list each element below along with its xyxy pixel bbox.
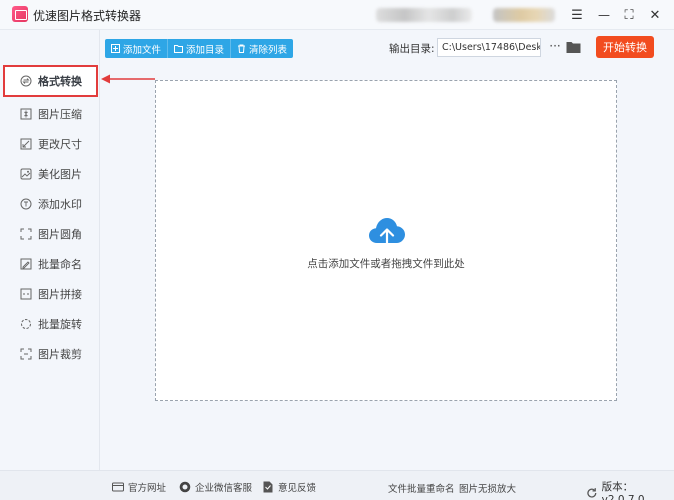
add-file-button[interactable]: 添加文件 bbox=[105, 39, 167, 58]
wechat-icon bbox=[179, 481, 191, 493]
refresh-icon[interactable] bbox=[586, 487, 598, 499]
clear-list-button[interactable]: 清除列表 bbox=[230, 39, 293, 58]
feedback-label: 意见反馈 bbox=[278, 483, 317, 494]
sidebar-item-rename[interactable]: 批量命名 bbox=[0, 249, 100, 279]
website-label: 官方网址 bbox=[128, 483, 167, 494]
sidebar-item-rotate[interactable]: 批量旋转 bbox=[0, 309, 100, 339]
compress-icon bbox=[20, 108, 32, 120]
sidebar-item-label: 更改尺寸 bbox=[38, 138, 82, 151]
blurred-user-info bbox=[376, 8, 472, 22]
sidebar-item-rounded-corner[interactable]: 图片圆角 bbox=[0, 219, 100, 249]
red-pointer-arrow-icon bbox=[101, 74, 155, 84]
format-convert-icon bbox=[20, 75, 32, 87]
version-info: 版本：v2.0.7.0 bbox=[586, 479, 674, 500]
minimize-button[interactable]: — bbox=[594, 5, 614, 25]
close-button[interactable]: ✕ bbox=[645, 5, 665, 25]
title-bar: 优速图片格式转换器 ☰ — ⛶ ✕ bbox=[0, 0, 674, 30]
sidebar-item-format-convert[interactable]: 格式转换 bbox=[3, 65, 98, 97]
sidebar-item-label: 批量旋转 bbox=[38, 318, 82, 331]
sidebar-item-crop[interactable]: 图片裁剪 bbox=[0, 339, 100, 369]
trash-icon bbox=[238, 44, 246, 53]
website-icon bbox=[112, 482, 124, 492]
feedback-link[interactable]: 意见反馈 bbox=[262, 480, 316, 494]
sidebar-item-resize[interactable]: 更改尺寸 bbox=[0, 129, 100, 159]
wechat-label: 企业微信客服 bbox=[195, 483, 253, 494]
website-link[interactable]: 官方网址 bbox=[112, 480, 166, 494]
crop-icon bbox=[20, 348, 32, 360]
rename-icon bbox=[20, 258, 32, 270]
file-toolbar: 添加文件 添加目录 清除列表 bbox=[105, 39, 294, 58]
feedback-icon bbox=[263, 481, 273, 493]
file-drop-zone[interactable]: 点击添加文件或者拖拽文件到此处 bbox=[155, 80, 617, 401]
sidebar-item-label: 格式转换 bbox=[38, 75, 82, 88]
batch-rename-link[interactable]: 文件批量重命名 bbox=[388, 481, 455, 495]
maximize-button[interactable]: ⛶ bbox=[619, 5, 639, 25]
rotate-icon bbox=[20, 318, 32, 330]
add-file-icon bbox=[111, 44, 120, 53]
folder-icon bbox=[174, 45, 184, 53]
blurred-account-badge bbox=[493, 8, 555, 22]
add-folder-button[interactable]: 添加目录 bbox=[167, 39, 230, 58]
stitch-icon bbox=[20, 288, 32, 300]
more-options-button[interactable]: ··· bbox=[547, 38, 563, 57]
app-logo bbox=[12, 6, 28, 22]
footer-bar: 官方网址 企业微信客服 意见反馈 文件批量重命名 图片无损放大 版本：v2.0.… bbox=[0, 470, 674, 500]
menu-button[interactable]: ☰ bbox=[567, 5, 587, 25]
clear-list-label: 清除列表 bbox=[249, 44, 288, 56]
sidebar-item-compress[interactable]: 图片压缩 bbox=[0, 99, 100, 129]
lossless-upscale-link[interactable]: 图片无损放大 bbox=[459, 481, 516, 495]
sidebar-item-stitch[interactable]: 图片拼接 bbox=[0, 279, 100, 309]
output-dir-label: 输出目录: bbox=[389, 43, 435, 55]
rounded-corner-icon bbox=[20, 228, 32, 240]
sidebar-item-label: 图片拼接 bbox=[38, 288, 82, 301]
sidebar-item-label: 添加水印 bbox=[38, 198, 82, 211]
wechat-support-link[interactable]: 企业微信客服 bbox=[179, 480, 252, 494]
sidebar-item-label: 批量命名 bbox=[38, 258, 82, 271]
add-file-label: 添加文件 bbox=[123, 44, 162, 56]
start-convert-button[interactable]: 开始转换 bbox=[596, 36, 654, 58]
output-path-field[interactable]: C:\Users\17486\Deskto bbox=[437, 38, 541, 57]
beautify-icon bbox=[20, 168, 32, 180]
sidebar-item-label: 美化图片 bbox=[38, 168, 82, 181]
sidebar-item-label: 图片压缩 bbox=[38, 108, 82, 121]
app-title: 优速图片格式转换器 bbox=[33, 9, 142, 23]
sidebar: 格式转换 图片压缩 更改尺寸 美化图片 添加水印 图片圆角 批量命名 图片拼接 … bbox=[0, 30, 100, 470]
open-folder-icon[interactable] bbox=[566, 40, 581, 54]
upload-cloud-icon bbox=[369, 218, 405, 250]
add-folder-label: 添加目录 bbox=[186, 44, 225, 56]
resize-icon bbox=[20, 138, 32, 150]
sidebar-item-label: 图片圆角 bbox=[38, 228, 82, 241]
sidebar-item-beautify[interactable]: 美化图片 bbox=[0, 159, 100, 189]
watermark-icon bbox=[20, 198, 32, 210]
sidebar-item-label: 图片裁剪 bbox=[38, 348, 82, 361]
sidebar-item-watermark[interactable]: 添加水印 bbox=[0, 189, 100, 219]
version-label: 版本：v2.0.7.0 bbox=[601, 481, 645, 500]
drop-hint-text: 点击添加文件或者拖拽文件到此处 bbox=[307, 258, 465, 270]
